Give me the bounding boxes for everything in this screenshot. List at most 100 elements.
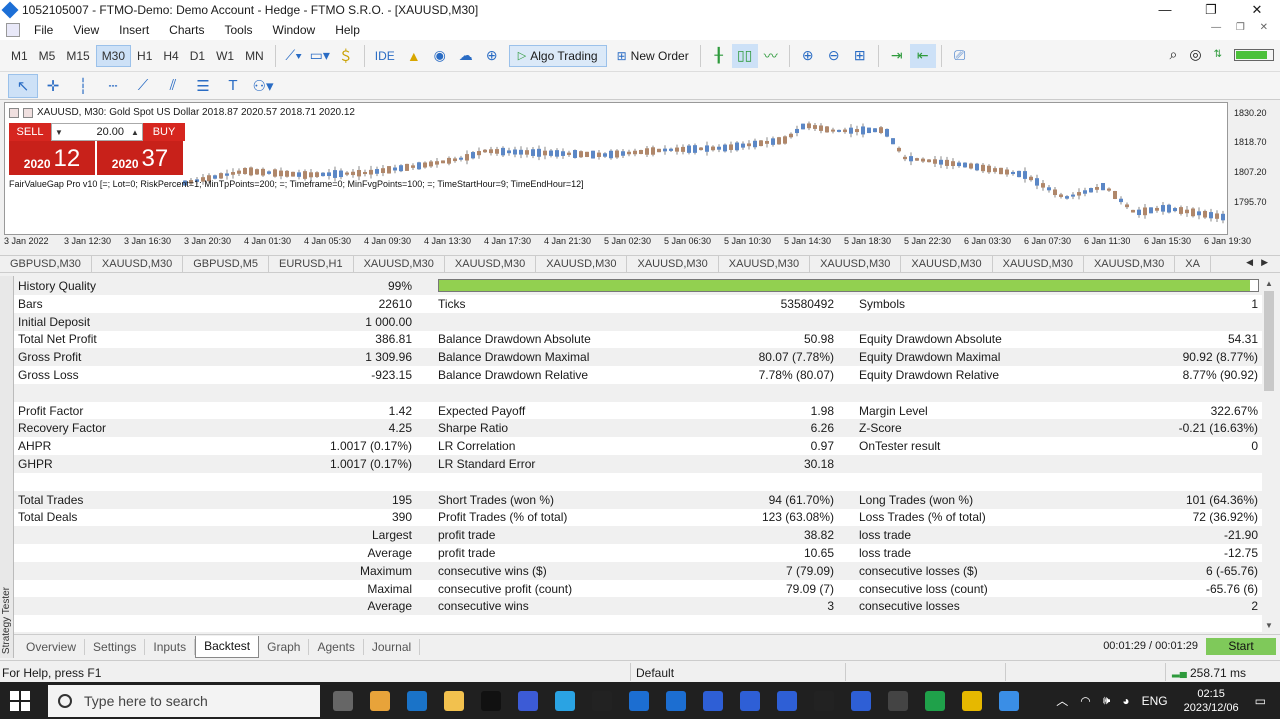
timeframe-m1-button[interactable]: M1	[6, 46, 33, 66]
chart-menu-icon[interactable]	[9, 107, 19, 118]
chart-tab[interactable]: GBPUSD,M5	[183, 256, 270, 272]
zoom-in-icon[interactable]: ⊕	[795, 44, 821, 68]
line-chart-icon[interactable]: 〰	[758, 44, 784, 68]
menu-file[interactable]: File	[24, 23, 63, 37]
metaeditor-2-icon[interactable]	[731, 682, 768, 719]
timeframe-h1-button[interactable]: H1	[132, 46, 157, 66]
price-chart[interactable]: XAUUSD, M30: Gold Spot US Dollar 2018.87…	[4, 102, 1228, 235]
chart-tab[interactable]: XAUUSD,M30	[92, 256, 184, 272]
notifications-icon[interactable]: ▭	[1255, 694, 1266, 708]
remote-app-icon[interactable]	[509, 682, 546, 719]
crosshair-icon[interactable]: ✛	[38, 74, 68, 98]
metaeditor-4-icon[interactable]	[842, 682, 879, 719]
chart-tab[interactable]: XA	[1175, 256, 1211, 272]
expert-advisor-label[interactable]: FairValueGap Pro v10 [=; Lot=0; RiskPerc…	[9, 179, 584, 189]
chart-tab[interactable]: XAUUSD,M30	[719, 256, 811, 272]
chart-tab[interactable]: XAUUSD,M30	[445, 256, 537, 272]
timeframe-mn-button[interactable]: MN	[240, 46, 269, 66]
scroll-up-icon[interactable]: ▲	[1262, 279, 1276, 288]
file-explorer-icon[interactable]	[435, 682, 472, 719]
task-view-icon[interactable]	[324, 682, 361, 719]
tg-app-icon[interactable]	[620, 682, 657, 719]
cloud-icon[interactable]: ☁	[453, 44, 479, 68]
autoscroll-icon[interactable]: ⇥	[884, 44, 910, 68]
chart-tab[interactable]: XAUUSD,M30	[627, 256, 719, 272]
ide-button[interactable]: IDE	[370, 46, 400, 66]
obs-icon[interactable]	[879, 682, 916, 719]
metaeditor-1-icon[interactable]	[694, 682, 731, 719]
yellow-app-icon[interactable]	[953, 682, 990, 719]
vertical-line-icon[interactable]: ┆	[68, 74, 98, 98]
tile-windows-icon[interactable]: ⊞	[847, 44, 873, 68]
report-scrollbar[interactable]: ▲ ▼	[1262, 277, 1276, 632]
menu-insert[interactable]: Insert	[109, 23, 159, 37]
volume-icon[interactable]: 🕪	[1103, 693, 1111, 708]
search-icon[interactable]: ⌕	[1170, 46, 1178, 63]
chart-tab[interactable]: XAUUSD,M30	[993, 256, 1084, 272]
taskbar-search[interactable]: Type here to search	[48, 685, 320, 717]
lot-increase-icon[interactable]: ▲	[128, 128, 142, 137]
dollar-icon[interactable]: ＄	[333, 44, 359, 68]
globe-icon[interactable]: ⊕	[479, 44, 505, 68]
tab-agents[interactable]: Agents	[309, 638, 364, 655]
templates-icon[interactable]: ▭▾	[307, 44, 333, 68]
scroll-thumb[interactable]	[1264, 291, 1274, 391]
cursor-icon[interactable]: ↖	[8, 73, 38, 98]
maximize-button[interactable]: ❐	[1188, 0, 1234, 20]
chrome-icon[interactable]	[361, 682, 398, 719]
timeframe-m5-button[interactable]: M5	[34, 46, 61, 66]
buy-price[interactable]: 2020 37	[97, 141, 183, 175]
screenshot-icon[interactable]: ⎚	[947, 44, 973, 68]
tray-chevron-icon[interactable]: ︿	[1056, 692, 1068, 709]
stock-app-icon[interactable]	[916, 682, 953, 719]
signal-icon[interactable]: ◉	[427, 44, 453, 68]
timeframe-w1-button[interactable]: W1	[211, 46, 239, 66]
tab-graph[interactable]: Graph	[259, 638, 310, 655]
shapes-icon[interactable]: ⚇▾	[248, 74, 278, 98]
tab-inputs[interactable]: Inputs	[145, 638, 196, 655]
account-icon[interactable]: ◎	[1189, 46, 1201, 63]
chart-options-icon[interactable]	[23, 107, 33, 118]
timeframe-m30-button[interactable]: M30	[95, 44, 132, 67]
mt-terminal-icon[interactable]	[583, 682, 620, 719]
windows-start-icon[interactable]	[10, 691, 30, 711]
tab-settings[interactable]: Settings	[85, 638, 146, 655]
chart-tab[interactable]: XAUUSD,M30	[1084, 256, 1176, 272]
network-icon[interactable]: ◠	[1080, 694, 1090, 708]
chart-tab[interactable]: XAUUSD,M30	[810, 256, 902, 272]
buy-button[interactable]: BUY	[143, 123, 185, 141]
tab-scroll-arrows-icon[interactable]: ◀▶	[1246, 257, 1276, 268]
strategy-tester-sidebar[interactable]: Strategy Tester	[0, 276, 14, 658]
capcut-icon[interactable]	[472, 682, 509, 719]
chart-tab[interactable]: XAUUSD,M30	[354, 256, 445, 272]
tab-overview[interactable]: Overview	[18, 638, 86, 655]
algo-trading-button[interactable]: ▷ Algo Trading	[508, 44, 607, 67]
lock-icon[interactable]: ▲	[401, 44, 427, 68]
clock[interactable]: 02:15 2023/12/06	[1184, 687, 1239, 715]
candlestick-icon[interactable]: ▯▯	[731, 43, 758, 68]
metaeditor-3-icon[interactable]	[768, 682, 805, 719]
menu-tools[interactable]: Tools	[215, 23, 263, 37]
lot-decrease-icon[interactable]: ▼	[52, 128, 66, 137]
lot-size-field[interactable]: ▼ 20.00 ▲	[51, 123, 143, 141]
new-order-button[interactable]: ⊞ New Order	[611, 46, 695, 66]
menu-help[interactable]: Help	[325, 23, 370, 37]
timeframe-h4-button[interactable]: H4	[158, 46, 183, 66]
chart-tab[interactable]: EURUSD,H1	[269, 256, 354, 272]
telegram-icon[interactable]	[546, 682, 583, 719]
trendline-icon[interactable]: ⟋	[128, 74, 158, 98]
sell-price[interactable]: 2020 12	[9, 141, 95, 175]
bar-chart-icon[interactable]: ╂	[706, 44, 732, 68]
chart-tab[interactable]: GBPUSD,M30	[0, 256, 92, 272]
mdi-window-controls[interactable]: — ❐ ✕	[1211, 22, 1274, 33]
language-indicator[interactable]: ENG	[1142, 694, 1168, 708]
blue-app-icon[interactable]	[990, 682, 1027, 719]
close-button[interactable]: ✕	[1234, 0, 1280, 20]
tab-backtest[interactable]: Backtest	[195, 635, 260, 658]
start-button[interactable]: Start	[1206, 638, 1276, 655]
chart-shift-icon[interactable]: ⇤	[909, 43, 936, 68]
timeframe-m15-button[interactable]: M15	[61, 46, 94, 66]
chart-tab[interactable]: XAUUSD,M30	[536, 256, 628, 272]
lot-value[interactable]: 20.00	[66, 126, 128, 138]
zoom-out-icon[interactable]: ⊖	[821, 44, 847, 68]
